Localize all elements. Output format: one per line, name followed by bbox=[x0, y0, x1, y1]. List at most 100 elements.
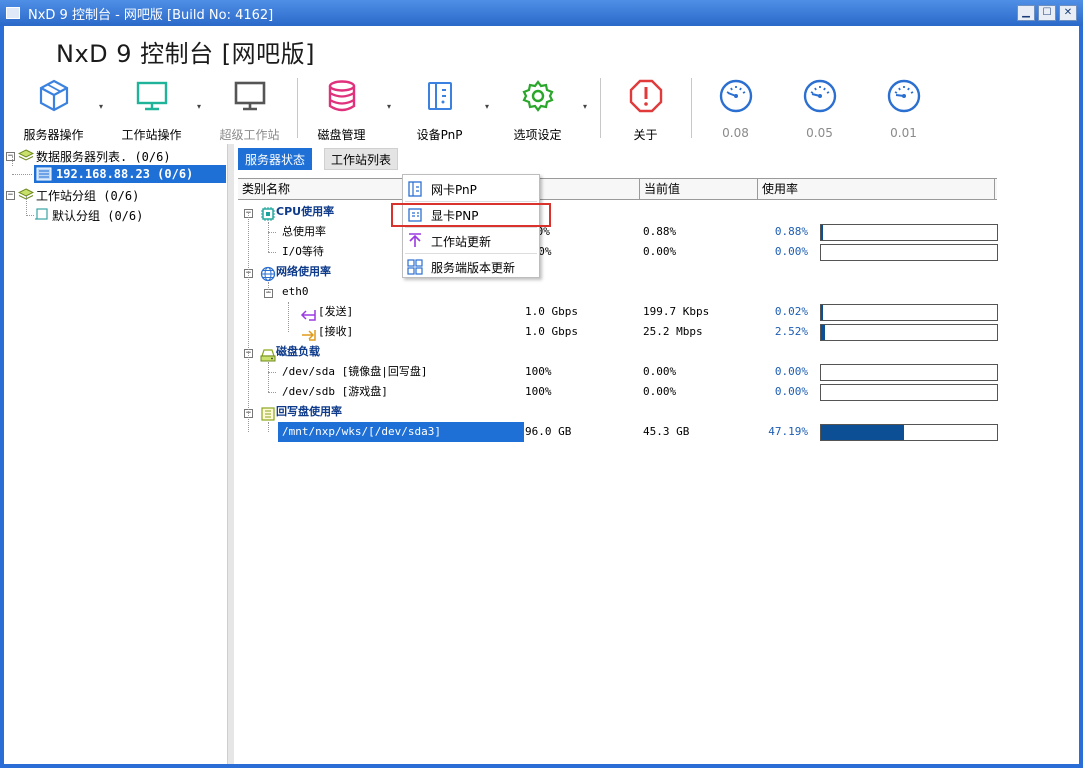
usage-bar bbox=[820, 324, 998, 341]
menu-item-nic-pnp[interactable]: 网卡PnP bbox=[403, 177, 539, 201]
about-label: 关于 bbox=[633, 128, 658, 142]
usage-bar-fill bbox=[821, 325, 825, 340]
device-pnp-menu: 网卡PnP 显卡PNP 工作站更新 服务端版本更新 bbox=[391, 174, 551, 279]
tab-workstation-list[interactable]: 工作站列表 bbox=[324, 148, 399, 170]
row-eth0-send[interactable]: [发送] 1.0 Gbps 199.7 Kbps 0.02% bbox=[238, 302, 998, 322]
usage-bar bbox=[820, 304, 998, 321]
super-workstation-label: 超级工作站 bbox=[219, 128, 280, 142]
menu-separator bbox=[405, 201, 537, 202]
menu-item-server-update[interactable]: 服务端版本更新 bbox=[403, 255, 539, 279]
super-workstation-button[interactable]: 超级工作站 bbox=[212, 72, 287, 144]
disk-management-dropdown-arrow[interactable]: ▾ bbox=[387, 102, 391, 111]
app-heading: NxD 9 控制台 [网吧版] bbox=[56, 40, 316, 68]
disk-management-button[interactable]: ▾ 磁盘管理 bbox=[304, 72, 391, 144]
usage-bar bbox=[820, 424, 998, 441]
group-writeback-title: 回写盘使用率 bbox=[276, 405, 342, 418]
toolbar-separator bbox=[691, 78, 692, 138]
tree-label: 192.168.88.23 (0/6) bbox=[56, 167, 194, 181]
globe-icon bbox=[260, 266, 276, 282]
group-disk-title: 磁盘负载 bbox=[276, 345, 320, 358]
tree-node-server-list[interactable]: − 数据服务器列表. (0/6) bbox=[6, 147, 171, 165]
row-writeback-path[interactable]: /mnt/nxp/wks/[/dev/sda3] 96.0 GB 45.3 GB… bbox=[238, 422, 998, 442]
load-gauge-1-value: 0.08 bbox=[722, 126, 749, 140]
row-label: /dev/sda [镜像盘|回写盘] bbox=[282, 365, 428, 378]
group-icon bbox=[35, 208, 48, 220]
row-usage-pct: 0.00% bbox=[774, 365, 808, 378]
database-icon bbox=[328, 80, 355, 112]
group-cpu-title: CPU使用率 bbox=[276, 205, 335, 218]
gear-icon bbox=[521, 80, 554, 112]
tree-node-default-group[interactable]: 默认分组 (0/6) bbox=[34, 206, 143, 224]
column-usage[interactable]: 使用率 bbox=[758, 179, 995, 199]
row-usage-pct: 0.88% bbox=[774, 225, 808, 238]
workstation-ops-dropdown-arrow[interactable]: ▾ bbox=[197, 102, 201, 111]
group-cpu[interactable]: − CPU使用率 bbox=[238, 202, 997, 222]
gauge-icon bbox=[803, 79, 836, 113]
group-disk[interactable]: − 磁盘负载 bbox=[238, 342, 997, 362]
window-title: NxD 9 控制台 - 网吧版 [Build No: 4162] bbox=[28, 7, 274, 23]
row-max: 1.0 Gbps bbox=[525, 325, 578, 338]
usage-bar-fill bbox=[821, 425, 904, 440]
menu-separator bbox=[405, 227, 537, 228]
row-max: 1.0 Gbps bbox=[525, 305, 578, 318]
device-card-icon bbox=[427, 82, 452, 110]
usage-bar-fill bbox=[821, 225, 823, 240]
menu-item-gpu-pnp[interactable]: 显卡PNP bbox=[391, 203, 551, 227]
options-button[interactable]: ▾ 选项设定 bbox=[500, 72, 587, 144]
row-current: 0.00% bbox=[643, 245, 677, 258]
server-ops-dropdown-arrow[interactable]: ▾ bbox=[99, 102, 103, 111]
group-writeback[interactable]: − 回写盘使用率 bbox=[238, 402, 997, 422]
monitor-icon bbox=[136, 81, 167, 111]
tab-server-status[interactable]: 服务器状态 bbox=[238, 148, 313, 170]
load-gauge-2-value: 0.05 bbox=[806, 126, 833, 140]
client-area: NxD 9 控制台 [网吧版] ▾ 服务器操作 ▾ 工作站操作 超级工作站 ▾ … bbox=[4, 26, 1079, 764]
workstation-ops-button[interactable]: ▾ 工作站操作 bbox=[114, 72, 201, 144]
server-ops-label: 服务器操作 bbox=[23, 128, 84, 142]
row-usage-pct: 47.19% bbox=[768, 425, 808, 438]
toolbar: ▾ 服务器操作 ▾ 工作站操作 超级工作站 ▾ 磁盘管理 ▾ 设备PnP ▾ 选… bbox=[4, 72, 1079, 144]
load-gauge-1: 0.08 bbox=[698, 72, 773, 144]
device-pnp-dropdown-arrow[interactable]: ▾ bbox=[485, 102, 489, 111]
row-usage-pct: 0.00% bbox=[774, 245, 808, 258]
menu-separator bbox=[405, 253, 537, 254]
server-ops-button[interactable]: ▾ 服务器操作 bbox=[16, 72, 103, 144]
row-label: eth0 bbox=[282, 285, 309, 298]
group-network[interactable]: − 网络使用率 bbox=[238, 262, 997, 282]
row-cpu-io-wait[interactable]: I/O等待 100% 0.00% 0.00% bbox=[238, 242, 998, 262]
row-current: 25.2 Mbps bbox=[643, 325, 703, 338]
collapse-toggle[interactable]: − bbox=[6, 151, 15, 161]
row-eth0-receive[interactable]: [接收] 1.0 Gbps 25.2 Mbps 2.52% bbox=[238, 322, 998, 342]
options-dropdown-arrow[interactable]: ▾ bbox=[583, 102, 587, 111]
row-label: I/O等待 bbox=[282, 245, 324, 258]
cpu-icon bbox=[261, 207, 275, 221]
tree-node-server-192-168-88-23[interactable]: 192.168.88.23 (0/6) bbox=[34, 165, 226, 183]
row-label: 总使用率 bbox=[282, 225, 326, 238]
device-pnp-button[interactable]: ▾ 设备PnP bbox=[402, 72, 489, 144]
row-dev-sda[interactable]: /dev/sda [镜像盘|回写盘] 100% 0.00% 0.00% bbox=[238, 362, 998, 382]
server-icon bbox=[36, 167, 52, 181]
maximize-button[interactable]: ☐ bbox=[1038, 5, 1056, 21]
cube-icon bbox=[39, 79, 68, 112]
title-bar[interactable]: NxD 9 控制台 - 网吧版 [Build No: 4162] ▁ ☐ ✕ bbox=[0, 0, 1083, 26]
status-pane: 服务器状态 工作站列表 类别名称 大值 当前值 使用率 − CPU使用率 bbox=[234, 144, 1079, 764]
about-button[interactable]: 关于 bbox=[608, 72, 683, 144]
row-dev-sdb[interactable]: /dev/sdb [游戏盘] 100% 0.00% 0.00% bbox=[238, 382, 998, 402]
row-cpu-total[interactable]: 总使用率 00% 0.88% 0.88% bbox=[238, 222, 998, 242]
collapse-toggle[interactable]: − bbox=[6, 190, 15, 200]
tree-label: 数据服务器列表. (0/6) bbox=[36, 149, 171, 164]
row-label: /dev/sdb [游戏盘] bbox=[282, 385, 388, 398]
load-gauge-3-value: 0.01 bbox=[890, 126, 917, 140]
menu-item-workstation-update[interactable]: 工作站更新 bbox=[403, 229, 539, 253]
grid-apps-icon bbox=[407, 259, 423, 275]
tree-label: 工作站分组 (0/6) bbox=[36, 188, 140, 203]
row-usage-pct: 0.00% bbox=[774, 385, 808, 398]
device-pnp-label: 设备PnP bbox=[416, 128, 463, 142]
load-gauge-2: 0.05 bbox=[782, 72, 857, 144]
workstation-ops-label: 工作站操作 bbox=[121, 128, 182, 142]
column-current[interactable]: 当前值 bbox=[640, 179, 758, 199]
close-button[interactable]: ✕ bbox=[1059, 5, 1077, 21]
row-eth0[interactable]: − eth0 bbox=[238, 282, 997, 302]
minimize-button[interactable]: ▁ bbox=[1017, 5, 1035, 21]
layers-icon bbox=[18, 149, 34, 161]
row-max: 100% bbox=[525, 385, 552, 398]
